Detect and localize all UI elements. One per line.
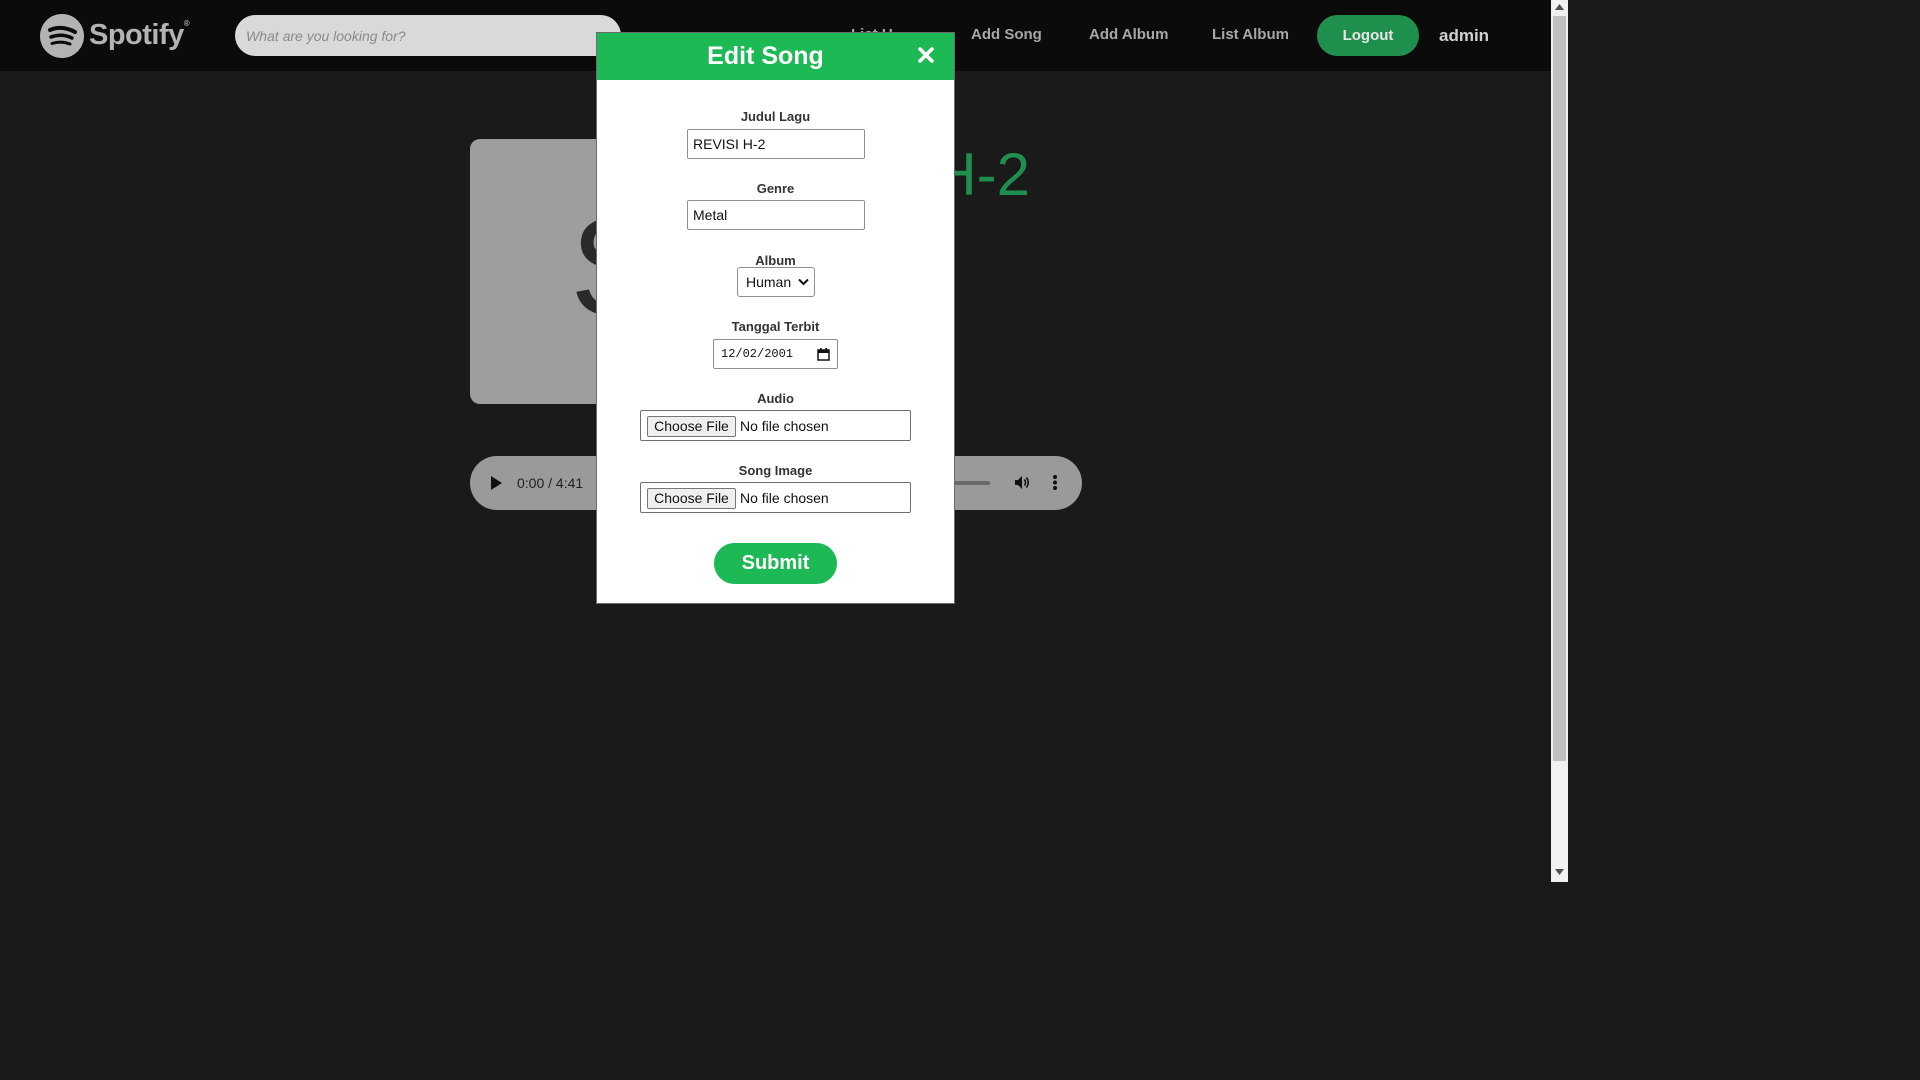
nav-link-add-song[interactable]: Add Song	[971, 26, 1042, 43]
nav-link-list-album[interactable]: List Album	[1212, 26, 1289, 43]
song-image-file-input[interactable]: Choose File No file chosen	[640, 482, 911, 513]
volume-icon[interactable]	[1014, 474, 1031, 496]
modal-title: Edit Song	[707, 42, 824, 70]
scrollbar-thumb[interactable]	[1553, 16, 1566, 761]
logo[interactable]: Spotify®	[40, 13, 190, 58]
username-label: admin	[1439, 26, 1490, 45]
page: Spotify® List U Add Song Add Album List …	[0, 0, 1568, 882]
logout-button[interactable]: Logout	[1317, 15, 1419, 56]
chevron-down-icon	[798, 278, 809, 286]
audio-time: 0:00 / 4:41	[517, 475, 584, 491]
calendar-icon[interactable]	[817, 348, 830, 361]
genre-label: Genre	[756, 181, 795, 196]
modal-header: Edit Song	[597, 33, 954, 80]
audio-progress-track[interactable]	[950, 481, 990, 485]
tanggal-terbit-label: Tanggal Terbit	[731, 319, 820, 334]
edit-song-modal: Edit Song Judul Lagu Genre Album Human T…	[596, 32, 955, 604]
scroll-down-arrow-icon[interactable]	[1555, 869, 1564, 875]
judul-lagu-label: Judul Lagu	[740, 109, 811, 124]
audio-choose-file-button[interactable]: Choose File	[647, 416, 736, 437]
submit-button[interactable]: Submit	[714, 543, 837, 584]
audio-file-status: No file chosen	[740, 418, 829, 434]
song-image-label: Song Image	[738, 463, 813, 478]
genre-input[interactable]	[687, 200, 865, 230]
scroll-up-arrow-icon[interactable]	[1555, 4, 1564, 10]
logo-text: Spotify®	[89, 19, 190, 51]
album-select-value: Human	[746, 274, 792, 290]
tanggal-terbit-value: 12/02/2001	[721, 347, 794, 361]
close-icon	[918, 47, 934, 63]
album-label: Album	[755, 253, 796, 268]
more-vertical-icon[interactable]	[1052, 474, 1058, 496]
play-icon[interactable]	[491, 476, 502, 490]
page-scrollbar[interactable]	[1551, 0, 1568, 882]
nav-link-add-album[interactable]: Add Album	[1089, 26, 1168, 43]
tanggal-terbit-input[interactable]: 12/02/2001	[713, 339, 838, 369]
judul-lagu-input[interactable]	[687, 129, 865, 159]
close-button[interactable]	[915, 45, 937, 67]
search-input[interactable]	[235, 15, 621, 56]
song-image-choose-file-button[interactable]: Choose File	[647, 488, 736, 509]
spotify-logo-icon	[40, 13, 84, 58]
album-select[interactable]: Human	[737, 267, 815, 297]
audio-label: Audio	[757, 391, 794, 406]
song-image-file-status: No file chosen	[740, 490, 829, 506]
audio-file-input[interactable]: Choose File No file chosen	[640, 410, 911, 441]
